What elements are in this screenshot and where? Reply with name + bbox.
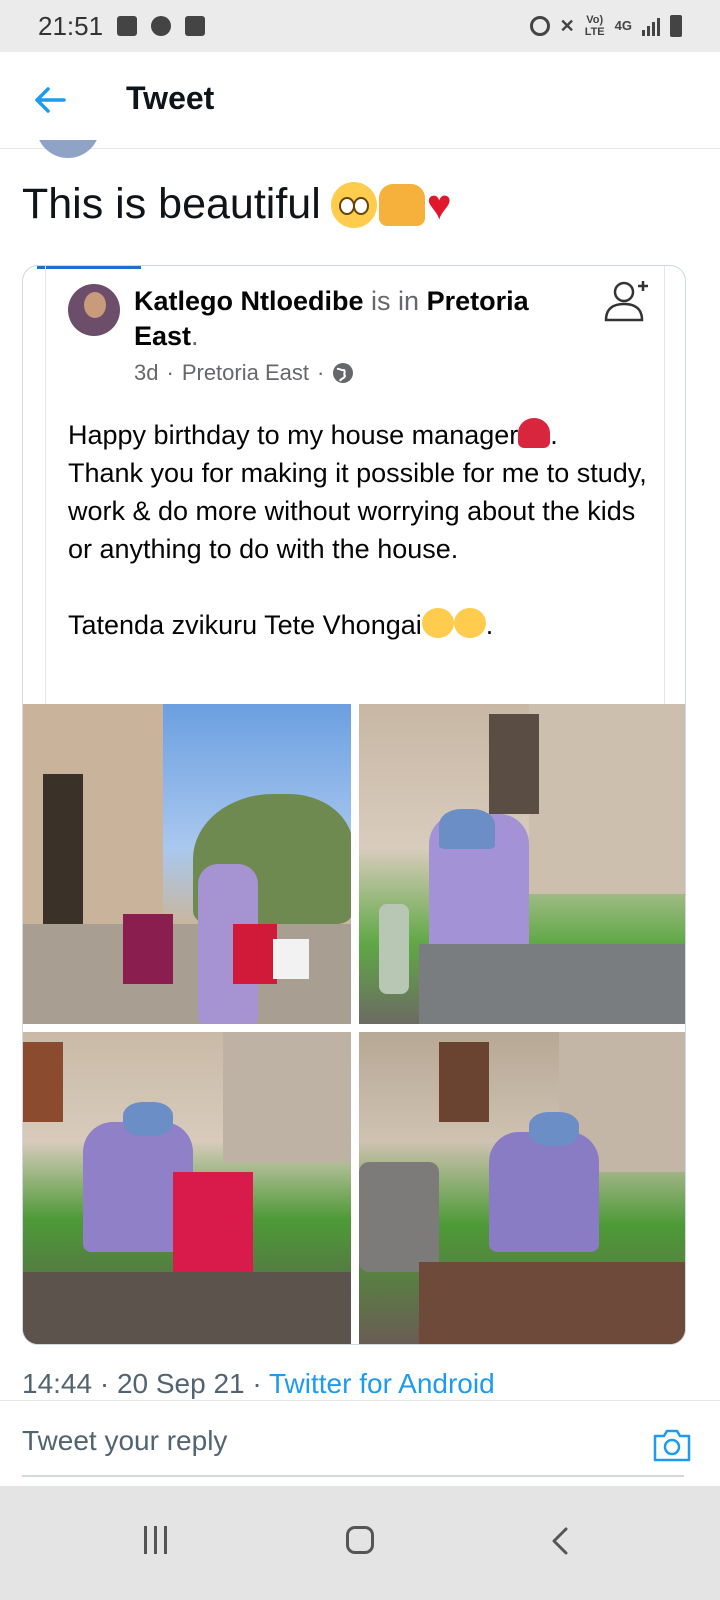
kiss-face-icon bbox=[453, 608, 486, 638]
battery-icon bbox=[670, 15, 682, 37]
post-meta: 3d · Pretoria East · bbox=[134, 360, 354, 386]
post-closing: Tatenda zvikuru Tete Vhongai. bbox=[68, 606, 648, 644]
signal-icon bbox=[642, 16, 660, 36]
check-icon bbox=[185, 16, 206, 36]
gear-icon bbox=[151, 16, 172, 36]
recent-apps-icon[interactable] bbox=[144, 1526, 174, 1556]
tweet-text-content: This is beautiful bbox=[22, 180, 321, 228]
add-friend-icon bbox=[604, 281, 648, 322]
post-line-1-suffix: . bbox=[550, 420, 558, 450]
arrow-left-icon[interactable] bbox=[30, 80, 70, 120]
pleading-face-icon bbox=[330, 181, 377, 228]
status-bar: 21:51 ✕ Vo) LTE 4G bbox=[0, 0, 720, 52]
tweet-emojis: ♥ bbox=[330, 180, 452, 228]
media-card[interactable]: Katlego Ntloedibe is in Pretoria East. 3… bbox=[22, 265, 686, 1345]
chevron-left-icon[interactable] bbox=[548, 1526, 572, 1556]
post-connector: is in bbox=[371, 286, 420, 316]
system-nav-bar bbox=[0, 1486, 720, 1600]
post-line-2: Thank you for making it possible for me … bbox=[68, 458, 647, 564]
meta-separator: · bbox=[166, 360, 174, 385]
reply-underline bbox=[22, 1475, 684, 1477]
post-time: 3d bbox=[134, 360, 159, 385]
status-time: 21:51 bbox=[38, 10, 104, 41]
post-closing-suffix: . bbox=[485, 610, 494, 640]
globe-icon bbox=[333, 363, 354, 383]
camera-icon[interactable] bbox=[652, 1427, 692, 1463]
page-title: Tweet bbox=[126, 80, 215, 116]
mute-icon: ✕ bbox=[559, 15, 575, 36]
post-line-1-text: Happy birthday to my house manager bbox=[68, 420, 519, 450]
post-place-suffix: . bbox=[191, 321, 199, 351]
timestamp-time: 14:44 · 20 Sep 21 · bbox=[22, 1368, 269, 1399]
network-4g: 4G bbox=[614, 18, 632, 33]
meta-separator-2: · bbox=[316, 360, 325, 385]
tweet-author-avatar[interactable] bbox=[36, 140, 100, 158]
photo-4[interactable] bbox=[359, 1032, 685, 1344]
red-heart-icon: ♥ bbox=[426, 180, 452, 228]
dancer-icon bbox=[518, 418, 551, 448]
status-right: ✕ Vo) LTE 4G bbox=[529, 14, 682, 38]
source-app-link[interactable]: Twitter for Android bbox=[269, 1368, 495, 1399]
photo-2[interactable] bbox=[359, 704, 685, 1024]
volte-indicator: Vo) LTE bbox=[584, 14, 605, 38]
photo-grid bbox=[23, 704, 685, 1344]
alarm-icon bbox=[529, 16, 550, 36]
image-icon bbox=[117, 16, 138, 36]
reply-input[interactable]: Tweet your reply bbox=[22, 1425, 227, 1457]
facebook-post: Katlego Ntloedibe is in Pretoria East. 3… bbox=[45, 266, 665, 706]
post-body: Happy birthday to my house manager. Than… bbox=[68, 416, 648, 644]
photo-3[interactable] bbox=[23, 1032, 351, 1344]
reply-bar: Tweet your reply bbox=[0, 1400, 720, 1487]
post-line-1: Happy birthday to my house manager. bbox=[68, 416, 648, 454]
post-author-avatar bbox=[68, 284, 120, 336]
home-icon[interactable] bbox=[346, 1526, 374, 1554]
post-closing-text: Tatenda zvikuru Tete Vhongai bbox=[68, 610, 422, 640]
raising-hands-icon bbox=[378, 183, 425, 226]
post-location: Pretoria East bbox=[181, 360, 309, 385]
post-author-line: Katlego Ntloedibe is in Pretoria East. bbox=[134, 284, 594, 354]
app-header: Tweet bbox=[0, 52, 720, 149]
heart-eyes-icon bbox=[421, 608, 454, 638]
photo-1[interactable] bbox=[23, 704, 351, 1024]
tweet-timestamp: 14:44 · 20 Sep 21 · Twitter for Android bbox=[22, 1368, 495, 1400]
post-author-name: Katlego Ntloedibe bbox=[134, 286, 364, 316]
status-left: 21:51 bbox=[38, 10, 206, 42]
tweet-text: This is beautiful ♥ bbox=[22, 180, 452, 229]
